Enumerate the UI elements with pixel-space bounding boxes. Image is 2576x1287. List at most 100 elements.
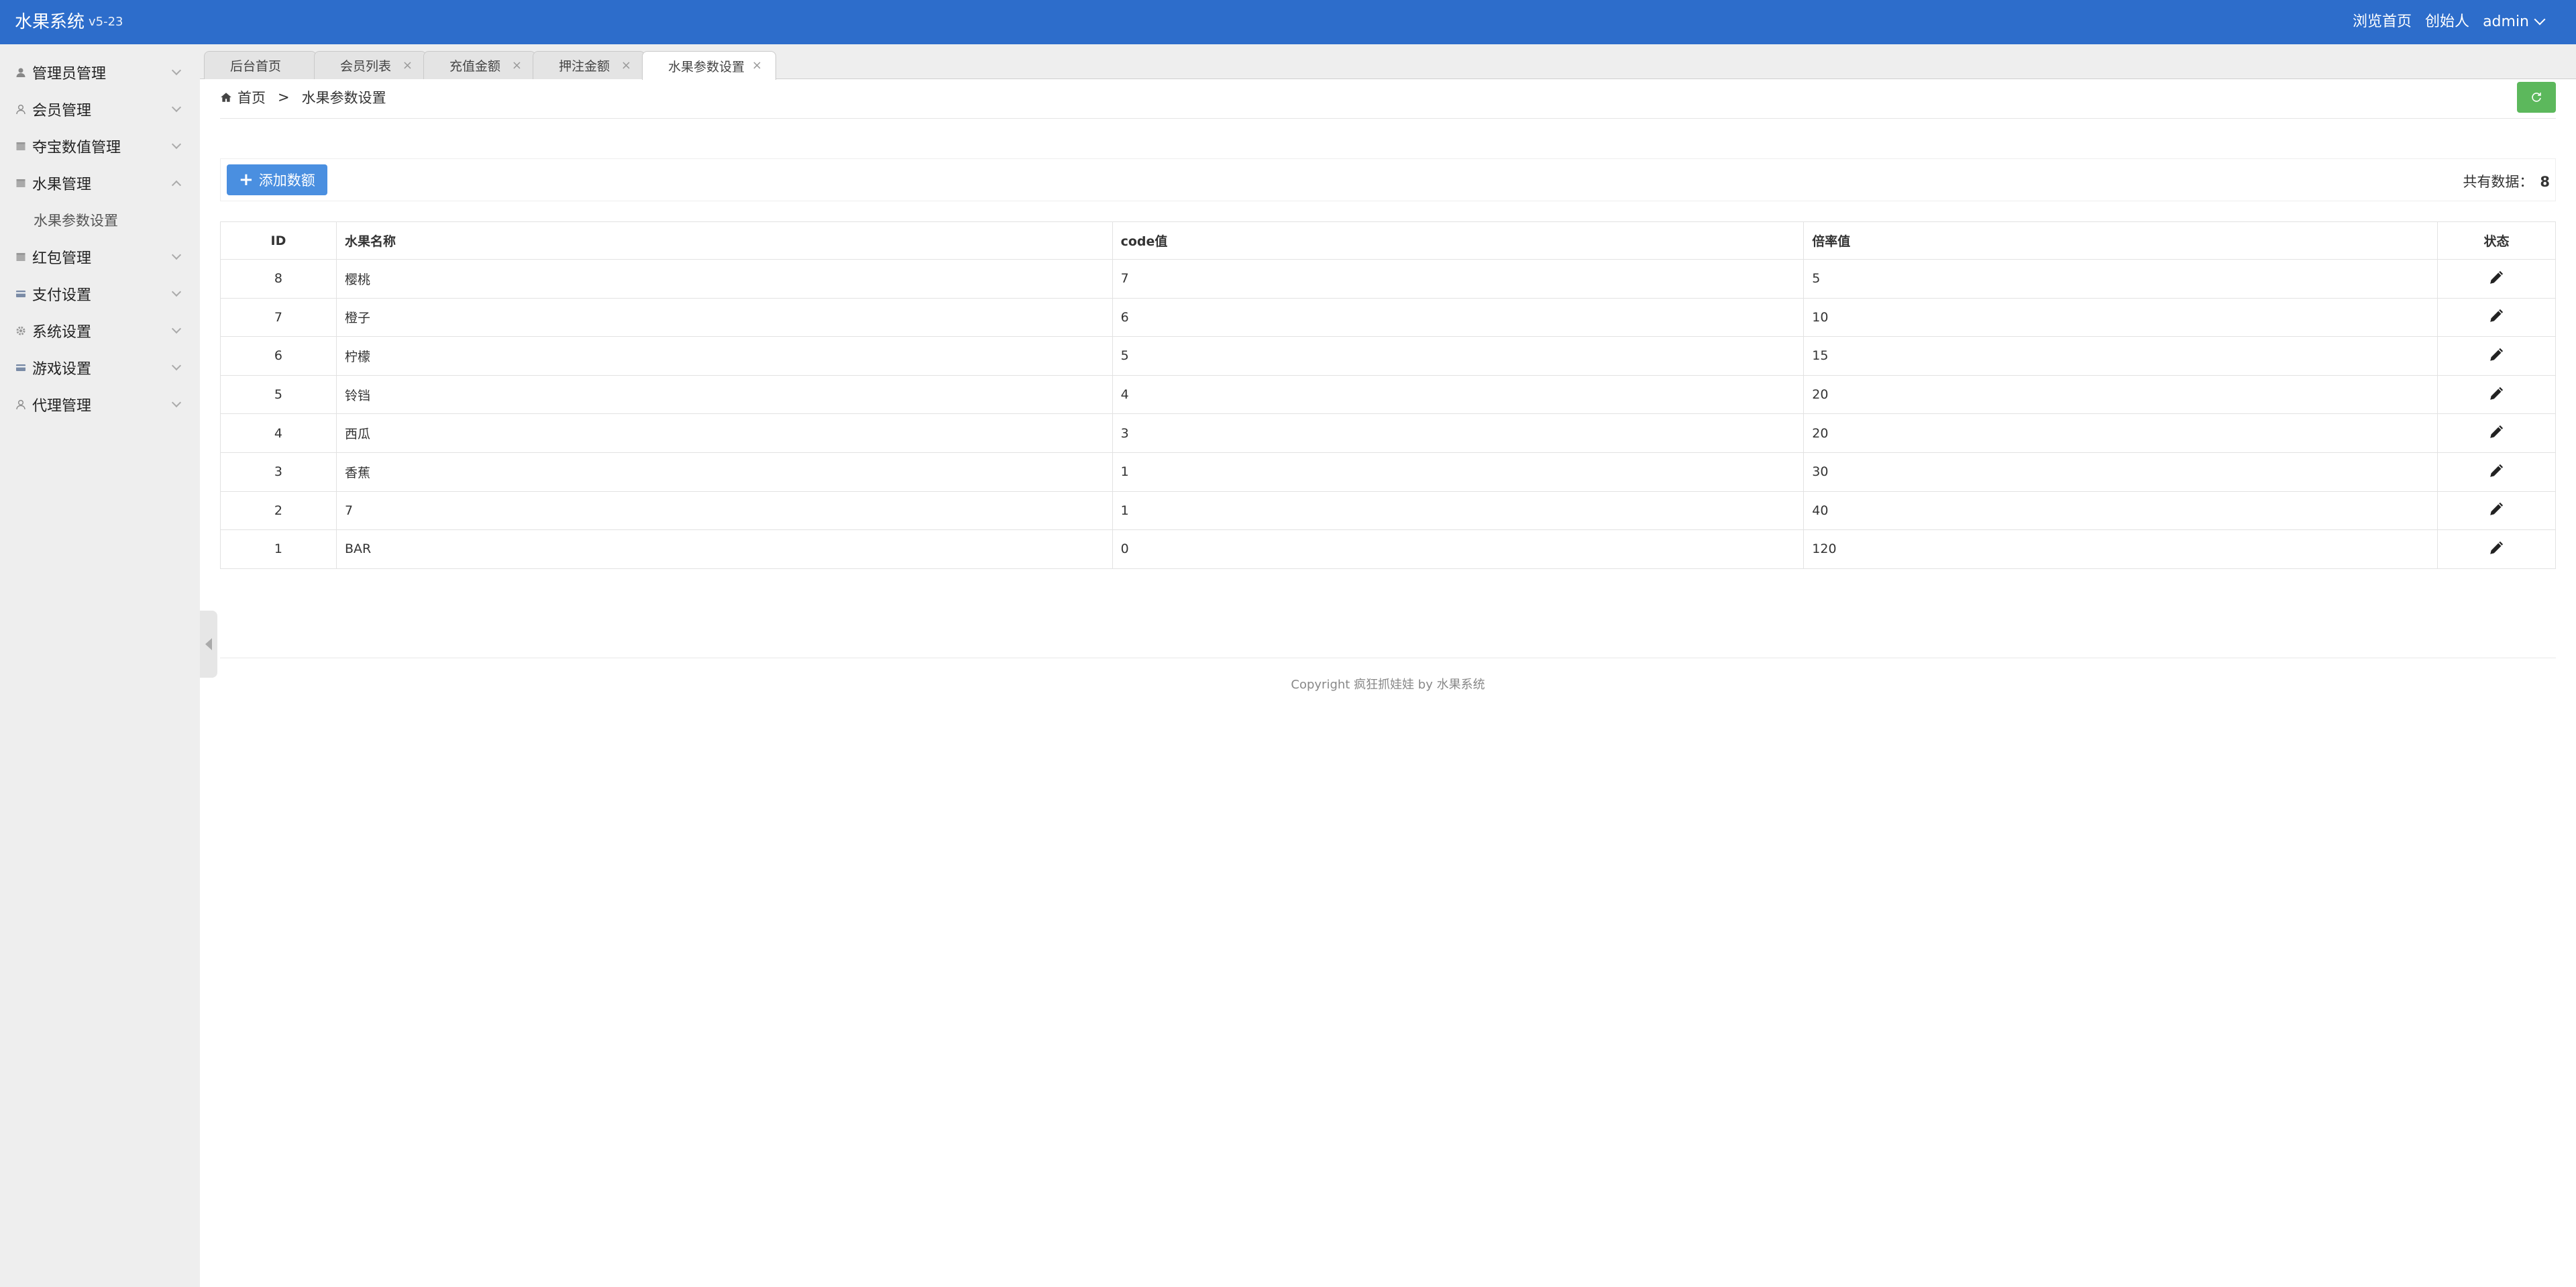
sidebar: 管理员管理 会员管理 夺宝数值管理 水果管理 水果参数设置 红包管理 支付设置 …: [0, 44, 200, 1287]
column-header-id: ID: [220, 221, 337, 260]
edit-icon[interactable]: [2487, 306, 2506, 328]
sidebar-item-redpacket[interactable]: 红包管理: [0, 238, 200, 275]
refresh-button[interactable]: [2517, 82, 2556, 113]
total-label: 共有数据：: [2463, 174, 2534, 190]
cell-code: 6: [1112, 297, 1805, 338]
sidebar-item-label: 游戏设置: [32, 360, 92, 378]
cell-code: 4: [1112, 374, 1805, 415]
cell-status: [2437, 336, 2556, 376]
cell-rate: 5: [1803, 259, 2438, 299]
refresh-icon: [2532, 93, 2541, 102]
close-icon[interactable]: ×: [512, 58, 522, 72]
sidebar-collapse-handle[interactable]: [200, 611, 217, 678]
cell-rate: 20: [1803, 413, 2438, 453]
add-amount-button[interactable]: + 添加数额: [227, 164, 327, 195]
browse-home-link[interactable]: 浏览首页: [2353, 12, 2412, 32]
sidebar-item-label: 管理员管理: [32, 65, 107, 83]
sidebar-item-label: 支付设置: [32, 287, 92, 304]
card-icon: [15, 362, 27, 374]
edit-icon[interactable]: [2487, 384, 2506, 406]
cell-id: 3: [220, 452, 337, 492]
sidebar-item-system[interactable]: 系统设置: [0, 312, 200, 349]
user-menu[interactable]: admin: [2483, 12, 2546, 32]
chevron-down-icon: [171, 250, 182, 260]
edit-icon[interactable]: [2487, 422, 2506, 444]
cell-name: 柠檬: [335, 336, 1113, 376]
sidebar-item-admin[interactable]: 管理员管理: [0, 54, 200, 91]
cell-name: 香蕉: [335, 452, 1113, 492]
tab-label: 押注金额: [559, 59, 610, 74]
table-row: 7 橙子 6 10: [220, 297, 2556, 338]
sidebar-item-fruit[interactable]: 水果管理: [0, 164, 200, 201]
tab-recharge[interactable]: 充值金额 ×: [423, 51, 536, 79]
sidebar-item-label: 夺宝数值管理: [32, 139, 121, 156]
cell-status: [2437, 413, 2556, 453]
cell-id: 5: [220, 374, 337, 415]
table-row: 8 樱桃 7 5: [220, 259, 2556, 299]
edit-icon[interactable]: [2487, 499, 2506, 521]
sidebar-item-agent[interactable]: 代理管理: [0, 386, 200, 423]
divider: [220, 118, 2556, 119]
total-value: 8: [2540, 174, 2550, 190]
cell-rate: 120: [1803, 529, 2438, 569]
cell-name: 橙子: [335, 297, 1113, 338]
tab-label: 会员列表: [340, 59, 392, 74]
edit-icon[interactable]: [2487, 268, 2506, 290]
column-header-rate: 倍率值: [1803, 221, 2438, 260]
close-icon[interactable]: ×: [402, 58, 413, 72]
chevron-left-icon: [205, 638, 212, 650]
cell-id: 1: [220, 529, 337, 569]
cell-status: [2437, 374, 2556, 415]
tab-bet-amount[interactable]: 押注金额 ×: [533, 51, 645, 79]
toolbar: + 添加数额 共有数据： 8: [220, 158, 2556, 201]
tab-fruit-params[interactable]: 水果参数设置 ×: [642, 51, 776, 80]
sidebar-subitem-fruit-params[interactable]: 水果参数设置: [0, 201, 200, 238]
tab-dashboard[interactable]: 后台首页: [204, 51, 317, 79]
gear-icon: [15, 325, 27, 337]
cell-rate: 15: [1803, 336, 2438, 376]
cell-status: [2437, 491, 2556, 531]
founder-link[interactable]: 创始人: [2425, 12, 2469, 32]
edit-icon[interactable]: [2487, 345, 2506, 367]
header-links: 浏览首页 创始人 admin: [2353, 12, 2546, 32]
sidebar-item-label: 系统设置: [32, 323, 92, 341]
table-row: 6 柠檬 5 15: [220, 336, 2556, 376]
close-icon[interactable]: ×: [621, 58, 631, 72]
sidebar-item-treasure[interactable]: 夺宝数值管理: [0, 127, 200, 164]
sidebar-item-members[interactable]: 会员管理: [0, 91, 200, 127]
tab-member-list[interactable]: 会员列表 ×: [314, 51, 427, 79]
fruit-params-table: ID 水果名称 code值 倍率值 状态 8 樱桃 7 5 7 橙子 6 10 …: [220, 221, 2556, 569]
column-header-status: 状态: [2437, 221, 2556, 260]
home-icon: [221, 93, 231, 102]
brand-title: 水果系统: [15, 12, 85, 32]
table-row: 3 香蕉 1 30: [220, 452, 2556, 492]
chevron-down-icon: [171, 397, 182, 408]
box-icon: [15, 251, 27, 263]
cell-status: [2437, 529, 2556, 569]
add-button-label: 添加数额: [258, 172, 315, 189]
edit-icon[interactable]: [2487, 538, 2506, 560]
table-row: 1 BAR 0 120: [220, 529, 2556, 569]
cell-code: 0: [1112, 529, 1805, 569]
cell-code: 3: [1112, 413, 1805, 453]
box-icon: [15, 177, 27, 189]
tab-bar: 后台首页 会员列表 × 充值金额 × 押注金额 × 水果参数设置 ×: [200, 44, 2576, 80]
sidebar-item-payment[interactable]: 支付设置: [0, 275, 200, 312]
sidebar-item-game[interactable]: 游戏设置: [0, 349, 200, 386]
close-icon[interactable]: ×: [752, 58, 762, 72]
chevron-down-icon: [171, 102, 182, 113]
breadcrumb-current: 水果参数设置: [301, 90, 386, 106]
chevron-down-icon: [171, 323, 182, 334]
breadcrumb-separator: >: [278, 89, 290, 105]
chevron-down-icon: [2534, 13, 2546, 25]
edit-icon[interactable]: [2487, 461, 2506, 483]
user-outline-icon: [15, 103, 27, 115]
breadcrumb-home[interactable]: 首页: [237, 87, 266, 107]
chevron-up-icon: [171, 180, 182, 191]
tab-label: 后台首页: [230, 59, 282, 74]
table-row: 2 7 1 40: [220, 491, 2556, 531]
cell-rate: 30: [1803, 452, 2438, 492]
chevron-down-icon: [171, 287, 182, 297]
column-header-code: code值: [1112, 221, 1805, 260]
cell-rate: 10: [1803, 297, 2438, 338]
